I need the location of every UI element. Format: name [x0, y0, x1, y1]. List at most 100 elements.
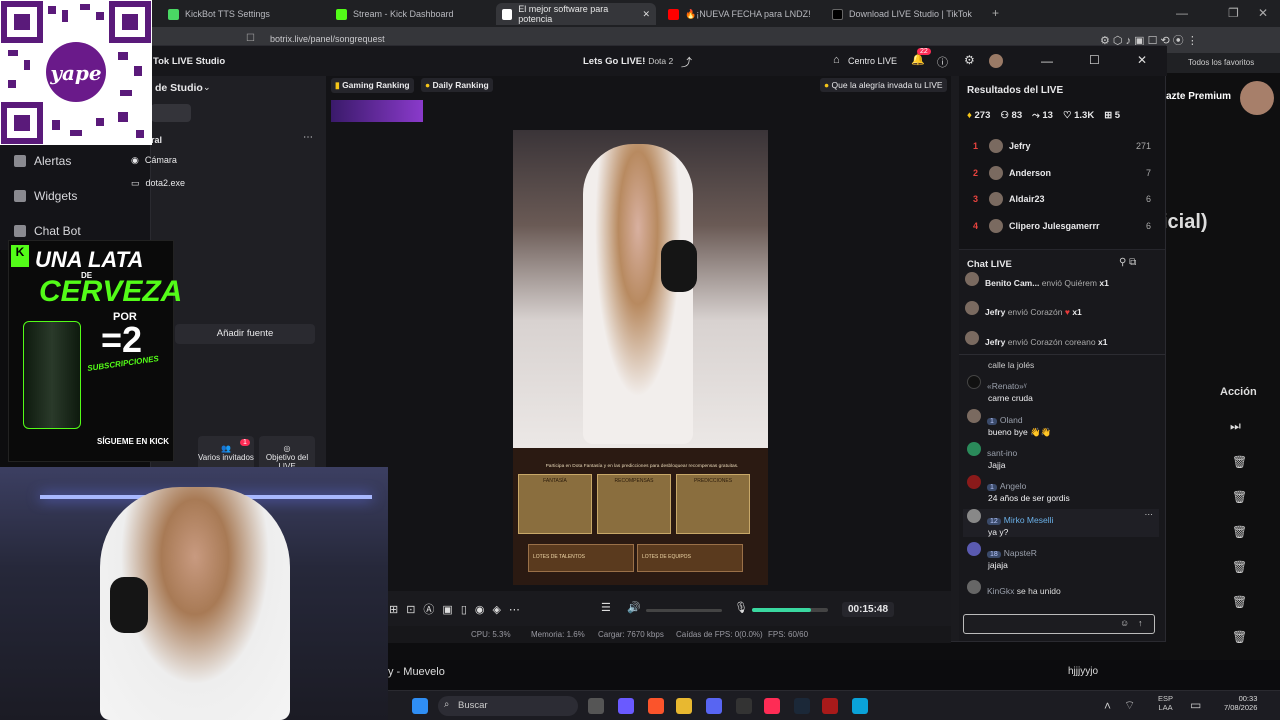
trash-icon[interactable]: 🗑 [1232, 490, 1247, 504]
browser-tab[interactable]: KickBot TTS Settings [162, 3, 322, 25]
more-icon[interactable]: ⋯ [303, 132, 313, 143]
more-icon[interactable]: ⋯ [1145, 509, 1154, 520]
volume-icon[interactable]: 🔊 [627, 601, 641, 614]
mic-icon[interactable]: 🎙 [734, 601, 748, 614]
control-icons[interactable]: ⊞⊡Ⓐ▣▯◉◈⋯ [389, 601, 528, 617]
bookmark-icon[interactable]: ☐ [246, 33, 255, 44]
fantasy-card: FANTASÍA [518, 474, 592, 534]
popout-icon[interactable]: ⚲ ⧉ [1119, 257, 1136, 268]
maximize-icon[interactable]: ☐ [1089, 53, 1100, 67]
ranking-row[interactable]: 4 Clipero Julesgamerrr 6 [973, 215, 1163, 237]
browser-tab[interactable]: 🔥¡NUEVA FECHA para LNDZ! [662, 3, 822, 25]
ranking-row[interactable]: 1 Jefry 271 [973, 135, 1163, 157]
message-text: calle la jolés [988, 360, 1035, 370]
help-icon[interactable]: ⓘ [937, 54, 948, 70]
search-icon: ⌕ [444, 699, 450, 710]
sidebar-item-alertas[interactable]: Alertas [14, 154, 71, 168]
layout-mixed-button[interactable] [266, 104, 306, 122]
rank-score: 6 [1145, 221, 1151, 231]
close-icon[interactable]: ✕ [642, 9, 650, 20]
brave-icon[interactable] [648, 698, 664, 714]
sliders-icon[interactable]: ☰ [601, 601, 611, 614]
chevron-down-icon[interactable]: ⌄ [203, 82, 211, 93]
browser-tab[interactable]: Stream - Kick Dashboard [330, 3, 490, 25]
edge-icon[interactable] [852, 698, 868, 714]
source-item-camera[interactable]: ◉ Cámara [131, 155, 177, 166]
add-source-button[interactable]: Añadir fuente [175, 324, 315, 344]
play-icon[interactable]: ⏭ [1230, 419, 1241, 434]
url-field[interactable]: botrix.live/panel/songrequest [270, 34, 385, 44]
minimize-icon[interactable]: — [1176, 6, 1188, 20]
network-icon[interactable]: ▭ [1190, 698, 1201, 712]
chat-input[interactable]: ☺ ↑ [963, 614, 1155, 634]
sidebar-item-widgets[interactable]: Widgets [14, 189, 77, 203]
discord-icon[interactable] [706, 698, 722, 714]
layout-vertical-button[interactable] [151, 104, 191, 122]
promo-line1: UNA LATA [35, 247, 144, 272]
obs-icon[interactable] [736, 698, 752, 714]
memory-stat: Memoria: 1.6% [531, 630, 585, 639]
task-view-icon[interactable] [588, 698, 604, 714]
close-icon[interactable]: ✕ [1137, 53, 1147, 67]
premium-label[interactable]: azte Premium [1166, 91, 1231, 102]
favorites-folder[interactable]: Todos los favoritos [1188, 58, 1254, 67]
ranking-row[interactable]: 3 Aldair23 6 [973, 188, 1163, 210]
source-item-dota[interactable]: ▭ dota2.exe [131, 178, 185, 189]
windows-start-icon[interactable] [412, 698, 428, 714]
avatar [967, 542, 981, 556]
send-icon[interactable]: ↑ [1138, 618, 1143, 628]
layout-horizontal-button[interactable] [201, 104, 241, 122]
trash-icon[interactable]: 🗑 [1232, 525, 1247, 539]
chat-divider [959, 354, 1165, 355]
avatar [1240, 81, 1274, 115]
sidebar-item-label: Chat Bot [34, 224, 81, 238]
taskbar-search[interactable]: ⌕ Buscar [438, 696, 578, 716]
new-tab-icon[interactable]: + [992, 6, 999, 20]
trash-icon[interactable]: 🗑 [1232, 595, 1247, 609]
sidebar-item-chat-bot[interactable]: Chat Bot [14, 224, 81, 238]
notification-badge: 22 [917, 48, 931, 55]
settings-icon[interactable]: ⚙ [964, 53, 975, 67]
browser-tab-active[interactable]: El mejor software para potencia ✕ [496, 3, 656, 25]
daily-ranking-tag[interactable]: ● Daily Ranking [421, 78, 493, 92]
card-label: FANTASÍA [543, 478, 567, 484]
minimize-icon[interactable]: — [1041, 54, 1053, 68]
chevron-up-icon[interactable]: ˄ [1104, 699, 1111, 713]
target-icon: ◎ [283, 444, 291, 453]
clock[interactable]: 00:33 7/08/2026 [1224, 694, 1257, 712]
copilot-icon[interactable] [618, 698, 634, 714]
restore-icon[interactable]: ❐ [1228, 6, 1239, 20]
folder-icon[interactable] [676, 698, 692, 714]
avatar [965, 272, 979, 286]
mic-level-slider[interactable] [752, 608, 828, 612]
wifi-icon[interactable]: ⌔ [1124, 698, 1135, 713]
microphone [110, 577, 148, 633]
add-source-label: Añadir fuente [216, 328, 274, 339]
avatar[interactable] [989, 54, 1003, 68]
share-icon[interactable]: ⤴ [681, 54, 692, 70]
trash-icon[interactable]: 🗑 [1232, 630, 1247, 644]
steam-icon[interactable] [794, 698, 810, 714]
trash-icon[interactable]: 🗑 [1232, 560, 1247, 574]
volume-slider[interactable] [646, 609, 722, 612]
gaming-ranking-tag[interactable]: ▮ Gaming Ranking [331, 78, 414, 93]
close-window-icon[interactable]: ✕ [1258, 6, 1268, 20]
tiktok-icon[interactable] [764, 698, 780, 714]
scene-selector[interactable]: de Studio [155, 82, 203, 94]
centro-live-button[interactable]: Centro LIVE [848, 56, 897, 66]
browser-tab[interactable]: Download LIVE Studio | TikTok [826, 3, 986, 25]
banner-tag[interactable]: ● Que la alegría invada tu LIVE [820, 78, 947, 92]
tab-favicon [168, 8, 179, 20]
ranking-row[interactable]: 2 Anderson 7 [973, 162, 1163, 184]
dota-icon[interactable] [822, 698, 838, 714]
gift-action: envió Corazón coreano [1007, 337, 1096, 347]
chat-message-hovered[interactable]: 12 Mirko Meselli ⋯ ya y? [963, 509, 1159, 537]
home-icon: ⌂ [833, 54, 840, 66]
trash-icon[interactable]: 🗑 [1232, 455, 1247, 469]
emoji-icon[interactable]: ☺ [1120, 618, 1129, 628]
language-indicator[interactable]: ESP LAA [1158, 694, 1173, 712]
username[interactable]: Mirko Meselli [1004, 515, 1054, 525]
diamond-icon: ♦ [967, 110, 972, 121]
event-thumbnail[interactable] [331, 100, 423, 122]
lightbulb-icon: ● [824, 80, 830, 90]
